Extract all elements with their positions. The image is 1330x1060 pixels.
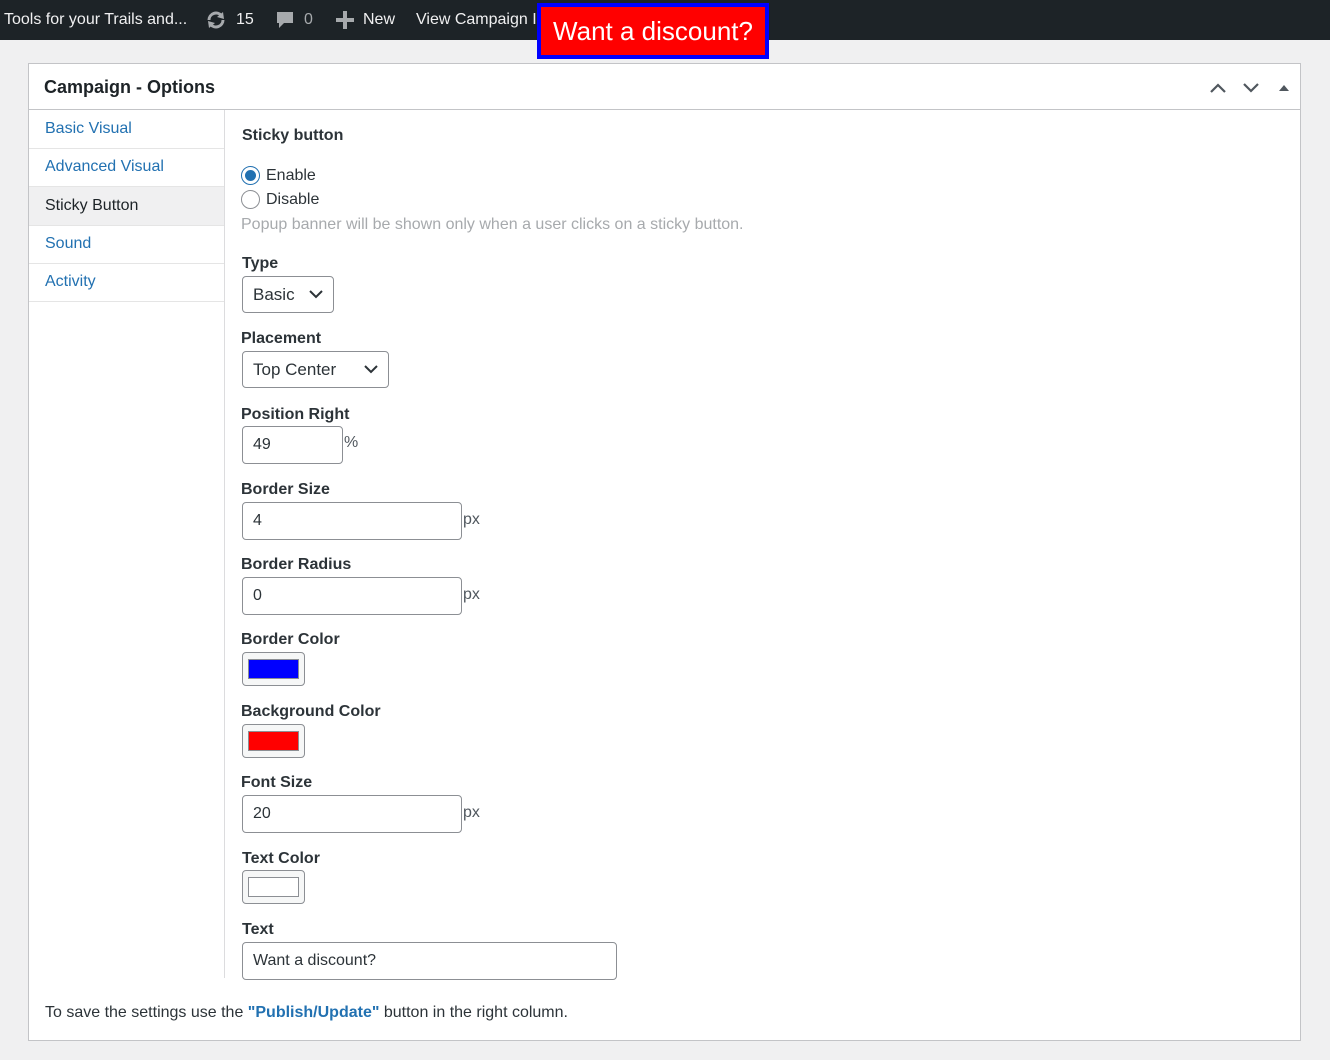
px-unit: px <box>463 586 480 603</box>
font-size-value: 20 <box>253 805 271 822</box>
type-value: Basic <box>253 284 295 304</box>
text-label: Text <box>242 921 274 938</box>
enable-radio[interactable] <box>241 166 260 185</box>
text-value: Want a discount? <box>253 952 377 969</box>
tab-advanced-visual[interactable]: Advanced Visual <box>29 148 224 187</box>
new-label: New <box>363 11 396 28</box>
border-color-picker[interactable] <box>242 652 305 686</box>
text-color-picker[interactable] <box>242 870 305 904</box>
updates-count: 15 <box>236 11 254 28</box>
sticky-description: Popup banner will be shown only when a u… <box>241 216 744 233</box>
border-size-input[interactable]: 4 <box>242 502 462 540</box>
border-radius-label: Border Radius <box>241 556 352 573</box>
updates-icon <box>205 10 227 30</box>
tab-sticky-button[interactable]: Sticky Button <box>29 187 224 226</box>
comment-icon <box>275 10 295 30</box>
campaign-options-box: Campaign - Options Basic Visual Advanced… <box>28 63 1301 1041</box>
chevron-down-icon <box>364 365 378 374</box>
border-color-label: Border Color <box>241 631 340 648</box>
publish-update-link[interactable]: "Publish/Update" <box>248 1004 380 1021</box>
tab-basic-visual[interactable]: Basic Visual <box>29 110 224 149</box>
save-hint: To save the settings use the "Publish/Up… <box>45 1004 568 1022</box>
updates-link[interactable]: 15 <box>205 0 254 40</box>
background-color-label: Background Color <box>241 703 381 720</box>
background-color-swatch <box>248 731 299 751</box>
background-color-picker[interactable] <box>242 724 305 758</box>
toggle-panel-button[interactable] <box>1272 76 1296 100</box>
move-up-button[interactable] <box>1206 76 1230 100</box>
move-down-button[interactable] <box>1239 76 1263 100</box>
border-radius-input[interactable]: 0 <box>242 577 462 615</box>
section-heading: Sticky button <box>242 127 344 144</box>
postbox-title: Campaign - Options <box>44 77 215 97</box>
border-color-swatch <box>248 659 299 679</box>
save-hint-suffix: button in the right column. <box>379 1004 568 1021</box>
enable-label: Enable <box>266 166 316 184</box>
comments-link[interactable]: 0 <box>275 0 313 40</box>
options-tabs: Basic Visual Advanced Visual Sticky Butt… <box>29 110 225 978</box>
percent-unit: % <box>344 434 359 451</box>
position-right-value: 49 <box>253 436 271 453</box>
caret-up-icon <box>1279 85 1289 91</box>
tab-sound[interactable]: Sound <box>29 225 224 264</box>
enable-radio-row[interactable]: Enable <box>241 166 316 185</box>
placement-select[interactable]: Top Center <box>242 351 389 388</box>
font-size-input[interactable]: 20 <box>242 795 462 833</box>
text-color-swatch <box>248 877 299 897</box>
position-right-label: Position Right <box>241 406 350 423</box>
chevron-down-icon <box>1243 83 1259 93</box>
site-name-link[interactable]: Tools for your Trails and... <box>4 0 187 40</box>
sticky-button-text: Want a discount? <box>553 15 753 46</box>
view-campaign-label: View Campaign I <box>416 11 537 28</box>
placement-value: Top Center <box>253 359 337 379</box>
px-unit: px <box>463 804 480 821</box>
text-color-label: Text Color <box>242 850 320 867</box>
chevron-up-icon <box>1210 83 1226 93</box>
font-size-label: Font Size <box>241 774 313 791</box>
disable-radio-row[interactable]: Disable <box>241 190 319 209</box>
tab-label: Sticky Button <box>45 197 139 214</box>
new-content-link[interactable]: New <box>336 0 395 40</box>
tab-label: Activity <box>45 273 96 290</box>
border-size-value: 4 <box>253 512 262 529</box>
position-right-input[interactable]: 49 <box>242 426 343 464</box>
sticky-button-preview[interactable]: Want a discount? <box>537 3 769 59</box>
tab-label: Basic Visual <box>45 120 132 137</box>
placement-label: Placement <box>241 330 322 347</box>
text-input[interactable]: Want a discount? <box>242 942 617 980</box>
type-label: Type <box>242 255 279 272</box>
disable-radio[interactable] <box>241 190 260 209</box>
type-select[interactable]: Basic <box>242 276 334 313</box>
tab-label: Advanced Visual <box>45 158 164 175</box>
border-size-label: Border Size <box>241 481 330 498</box>
plus-icon <box>336 11 354 29</box>
comments-count: 0 <box>304 11 313 28</box>
postbox-header: Campaign - Options <box>29 64 1300 110</box>
tab-label: Sound <box>45 235 92 252</box>
px-unit: px <box>463 511 480 528</box>
disable-label: Disable <box>266 190 320 208</box>
view-campaign-link[interactable]: View Campaign I <box>416 0 537 40</box>
tab-activity[interactable]: Activity <box>29 263 224 302</box>
save-hint-prefix: To save the settings use the <box>45 1004 248 1021</box>
site-name: Tools for your Trails and... <box>4 11 188 28</box>
chevron-down-icon <box>309 290 323 299</box>
border-radius-value: 0 <box>253 587 262 604</box>
